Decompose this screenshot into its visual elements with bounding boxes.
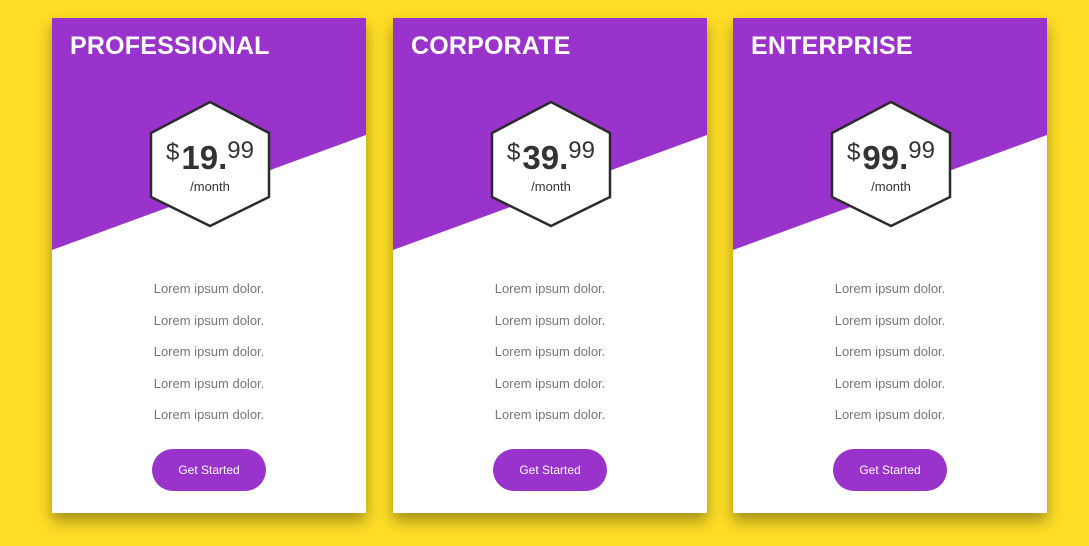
plan-title: PROFESSIONAL bbox=[70, 32, 270, 60]
feature-item: Lorem ipsum dolor. bbox=[494, 407, 606, 423]
price-period: /month bbox=[871, 179, 911, 194]
feature-item: Lorem ipsum dolor. bbox=[834, 281, 946, 296]
pricing-card-enterprise: ENTERPRISE $99.99 /month Lorem ipsum dol… bbox=[733, 18, 1047, 513]
feature-item: Lorem ipsum dolor. bbox=[494, 281, 606, 296]
price-cents: 99 bbox=[908, 137, 935, 164]
price-amount: 39. bbox=[522, 139, 569, 176]
price-period: /month bbox=[190, 179, 230, 194]
feature-item: Lorem ipsum dolor. bbox=[834, 312, 946, 328]
pricing-card-professional: PROFESSIONAL $19.99 /month Lorem ipsum d… bbox=[52, 18, 366, 513]
pricing-card-corporate: CORPORATE $39.99 /month Lorem ipsum dolo… bbox=[393, 18, 707, 513]
feature-item: Lorem ipsum dolor. bbox=[834, 375, 946, 391]
feature-item: Lorem ipsum dolor. bbox=[153, 407, 265, 423]
get-started-button[interactable]: Get Started bbox=[152, 449, 266, 491]
feature-item: Lorem ipsum dolor. bbox=[153, 312, 265, 328]
feature-list: Lorem ipsum dolor. Lorem ipsum dolor. Lo… bbox=[733, 281, 1047, 439]
price-amount: 99. bbox=[862, 139, 909, 176]
price-currency: $ bbox=[507, 139, 521, 166]
price-amount: 19. bbox=[181, 139, 228, 176]
price-cents: 99 bbox=[568, 137, 595, 164]
plan-title: CORPORATE bbox=[411, 32, 571, 60]
feature-list: Lorem ipsum dolor. Lorem ipsum dolor. Lo… bbox=[52, 281, 366, 439]
feature-item: Lorem ipsum dolor. bbox=[834, 407, 946, 423]
feature-item: Lorem ipsum dolor. bbox=[494, 375, 606, 391]
price-currency: $ bbox=[166, 139, 180, 166]
feature-item: Lorem ipsum dolor. bbox=[153, 344, 265, 360]
price: $19.99 bbox=[148, 135, 272, 176]
feature-item: Lorem ipsum dolor. bbox=[494, 344, 606, 360]
feature-item: Lorem ipsum dolor. bbox=[834, 344, 946, 360]
feature-item: Lorem ipsum dolor. bbox=[494, 312, 606, 328]
price: $99.99 bbox=[829, 135, 953, 176]
price-cents: 99 bbox=[227, 137, 254, 164]
price-currency: $ bbox=[847, 139, 861, 166]
get-started-button[interactable]: Get Started bbox=[493, 449, 607, 491]
price: $39.99 bbox=[489, 135, 613, 176]
feature-item: Lorem ipsum dolor. bbox=[153, 281, 265, 296]
feature-list: Lorem ipsum dolor. Lorem ipsum dolor. Lo… bbox=[393, 281, 707, 439]
price-period: /month bbox=[531, 179, 571, 194]
get-started-button[interactable]: Get Started bbox=[833, 449, 947, 491]
plan-title: ENTERPRISE bbox=[751, 32, 913, 60]
feature-item: Lorem ipsum dolor. bbox=[153, 375, 265, 391]
